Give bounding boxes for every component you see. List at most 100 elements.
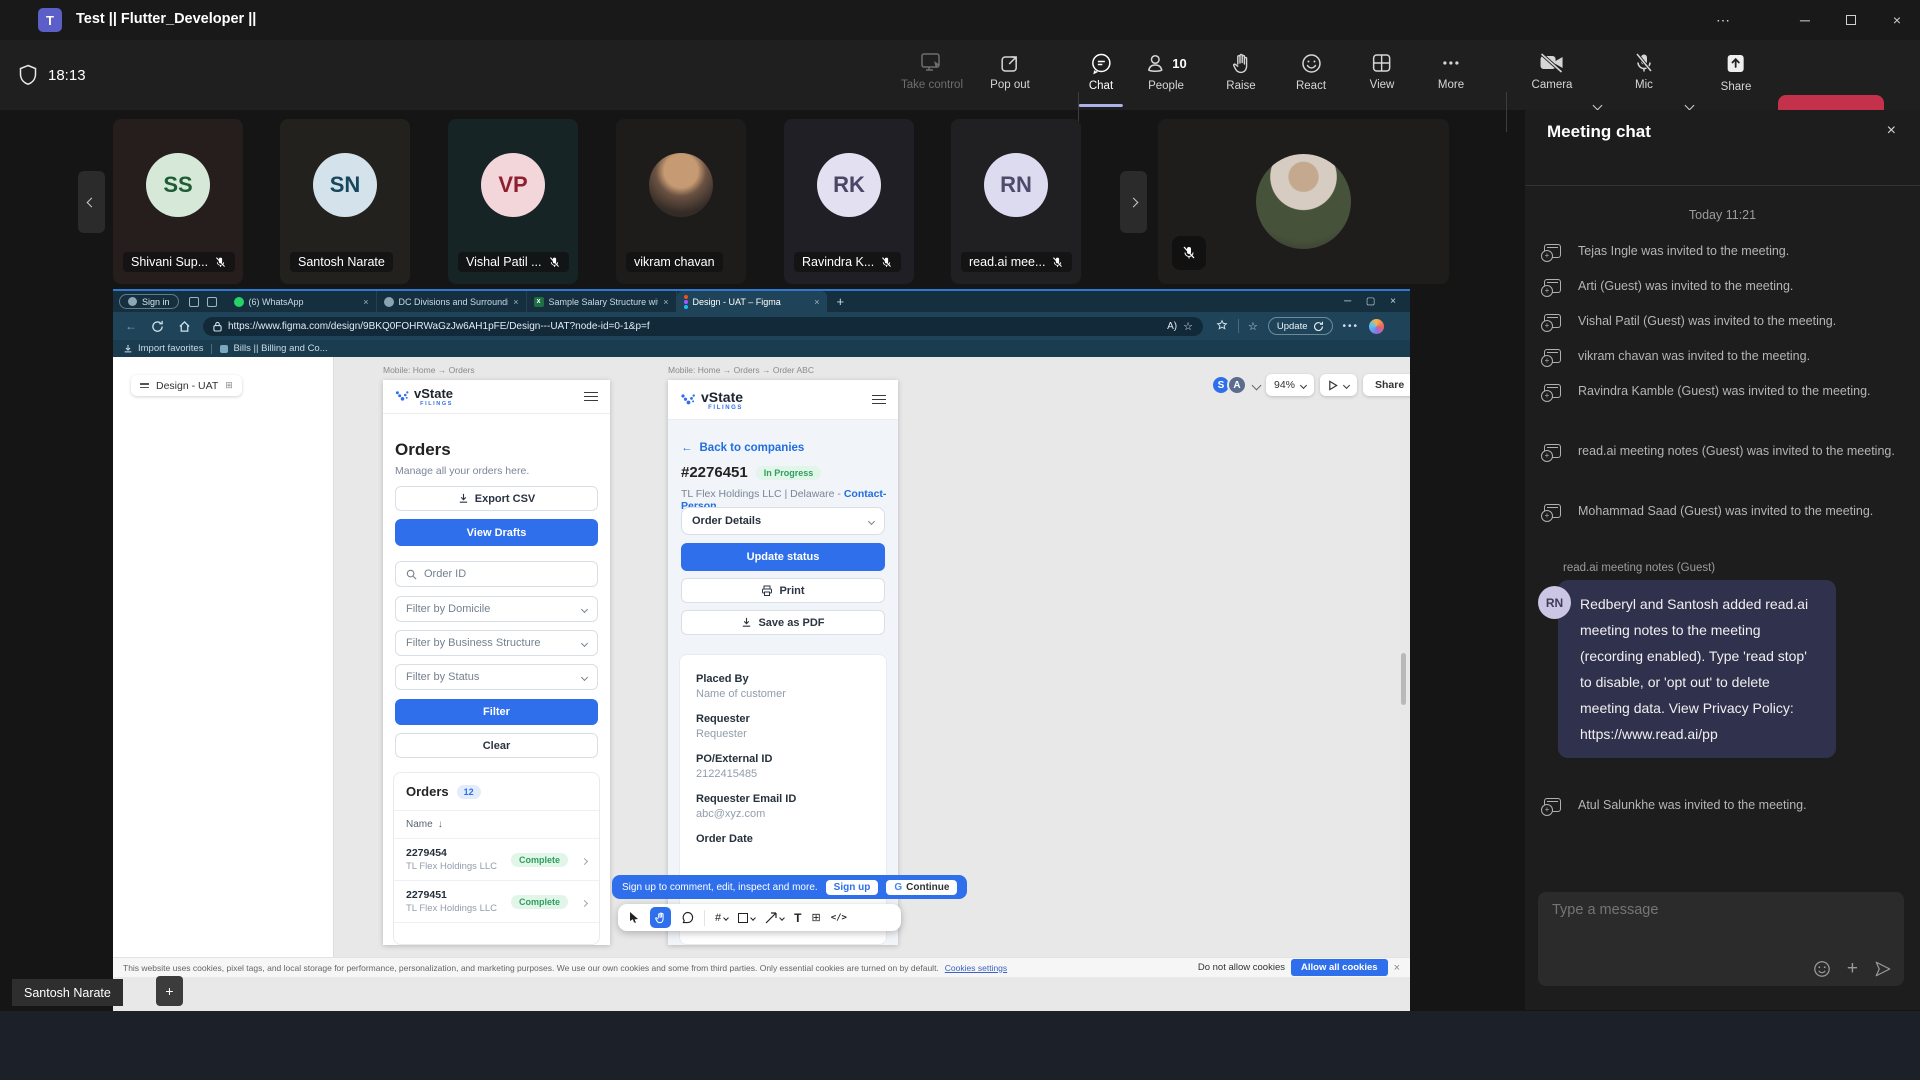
workspaces-icon[interactable] xyxy=(207,297,217,307)
tab-close-icon[interactable]: × xyxy=(363,297,368,307)
mic-button[interactable]: Mic xyxy=(1633,52,1655,91)
browser-settings-icon[interactable]: ••• xyxy=(1343,321,1360,332)
participant-tile[interactable]: RK Ravindra K... xyxy=(784,119,914,284)
frame-tool-icon[interactable]: # xyxy=(715,912,728,924)
order-row[interactable]: 2279454TL Flex Holdings LLC Complete xyxy=(394,839,599,881)
save-pdf-button[interactable]: Save as PDF xyxy=(681,610,885,635)
widget-tool-icon[interactable]: ⊞ xyxy=(811,911,820,924)
figma-zoom-control[interactable]: 94% xyxy=(1266,374,1314,396)
presenter-add-button[interactable]: + xyxy=(156,976,183,1006)
hamburger-menu-icon[interactable] xyxy=(584,389,598,404)
participant-tile[interactable]: SN Santosh Narate xyxy=(280,119,410,284)
filter-domicile-select[interactable]: Filter by Domicile xyxy=(395,596,598,622)
participant-tile[interactable]: VP Vishal Patil ... xyxy=(448,119,578,284)
dev-mode-icon[interactable]: </> xyxy=(831,913,847,923)
pop-out-button[interactable]: Pop out xyxy=(990,52,1030,91)
cookie-close-icon[interactable]: × xyxy=(1394,962,1400,974)
maximize-button[interactable] xyxy=(1828,0,1874,40)
titlebar-more-icon[interactable]: ⋯ xyxy=(1700,0,1746,40)
view-button[interactable]: View xyxy=(1370,52,1395,91)
chat-input-box[interactable]: + xyxy=(1538,892,1904,986)
export-csv-button[interactable]: Export CSV xyxy=(395,486,598,511)
hamburger-menu-icon[interactable] xyxy=(872,392,886,407)
back-to-companies-link[interactable]: ←Back to companies xyxy=(681,442,804,454)
shape-tool-icon[interactable] xyxy=(738,913,755,923)
print-button[interactable]: Print xyxy=(681,578,885,603)
order-row[interactable]: 2279451TL Flex Holdings LLC Complete xyxy=(394,881,599,923)
participant-tile[interactable]: RN read.ai mee... xyxy=(951,119,1081,284)
participant-tile-spotlight[interactable] xyxy=(1158,119,1449,284)
share-button[interactable]: Share xyxy=(1721,52,1752,93)
emoji-icon[interactable] xyxy=(1813,960,1831,978)
tab-close-icon[interactable]: × xyxy=(814,297,819,307)
frame-label[interactable]: Mobile: Home → Orders xyxy=(383,365,475,375)
address-bar[interactable]: https://www.figma.com/design/9BKQ0FOHRWa… xyxy=(203,317,1203,336)
figma-file-chip[interactable]: Design - UAT ⊞ xyxy=(131,375,242,396)
tab-close-icon[interactable]: × xyxy=(663,297,668,307)
filter-status-select[interactable]: Filter by Status xyxy=(395,664,598,690)
figma-canvas[interactable]: Design - UAT ⊞ S A 94% Share Mobile: Hom… xyxy=(113,357,1410,991)
import-favorites-button[interactable]: Import favorites xyxy=(123,343,203,354)
canvas-scrollbar[interactable] xyxy=(1401,653,1406,705)
more-button[interactable]: More xyxy=(1438,52,1464,91)
deny-cookies-button[interactable]: Do not allow cookies xyxy=(1198,962,1285,973)
order-details-select[interactable]: Order Details xyxy=(681,507,885,535)
new-tab-button[interactable]: + xyxy=(837,294,845,309)
close-button[interactable]: × xyxy=(1874,0,1920,40)
browser-tab[interactable]: DC Divisions and Surroundings× xyxy=(377,291,527,312)
camera-options-chevron-icon[interactable] xyxy=(1593,101,1603,111)
clear-button[interactable]: Clear xyxy=(395,733,598,758)
browser-window-controls[interactable]: ─ ▢ × xyxy=(1344,296,1402,307)
update-status-button[interactable]: Update status xyxy=(681,543,885,571)
react-button[interactable]: React xyxy=(1296,52,1326,92)
home-icon[interactable] xyxy=(178,320,191,333)
browser-essentials-icon[interactable] xyxy=(1215,319,1229,333)
chat-message-input[interactable] xyxy=(1552,902,1882,918)
favorites-bar-icon[interactable]: ☆ xyxy=(1248,320,1258,333)
frame-label[interactable]: Mobile: Home → Orders → Order ABC xyxy=(668,365,814,375)
cookie-settings-link[interactable]: Cookies settings xyxy=(945,963,1007,973)
browser-update-button[interactable]: Update xyxy=(1268,317,1333,335)
bookmark-item[interactable]: Bills || Billing and Co... xyxy=(220,343,327,354)
participant-tile[interactable]: vikram chavan xyxy=(616,119,746,284)
minimize-button[interactable]: ─ xyxy=(1782,0,1828,40)
strip-scroll-right-button[interactable] xyxy=(1120,171,1147,233)
browser-tab-active[interactable]: Design - UAT – Figma× xyxy=(677,291,827,312)
order-id-search[interactable]: Order ID xyxy=(395,561,598,587)
filter-button[interactable]: Filter xyxy=(395,699,598,725)
allow-cookies-button[interactable]: Allow all cookies xyxy=(1291,959,1388,976)
name-column-header[interactable]: Name↓ xyxy=(394,811,599,839)
browser-tab[interactable]: (6) WhatsApp× xyxy=(227,291,377,312)
refresh-icon[interactable] xyxy=(151,320,164,333)
mobile-frame-order-detail[interactable]: vStateFILINGS ←Back to companies #227645… xyxy=(668,380,898,945)
tab-actions-icon[interactable] xyxy=(189,297,199,307)
connector-tool-icon[interactable] xyxy=(765,912,784,924)
people-button[interactable]: 10 People xyxy=(1145,52,1186,92)
hand-tool-icon[interactable] xyxy=(650,907,671,928)
mic-options-chevron-icon[interactable] xyxy=(1685,101,1695,111)
signup-button[interactable]: Sign up xyxy=(826,880,879,895)
tab-close-icon[interactable]: × xyxy=(513,297,518,307)
browser-tab[interactable]: x Sample Salary Structure with calc× xyxy=(527,291,677,312)
chat-button[interactable]: Chat xyxy=(1089,52,1113,92)
attach-plus-icon[interactable]: + xyxy=(1847,961,1858,977)
figma-share-button[interactable]: Share xyxy=(1363,374,1410,396)
chat-close-icon[interactable]: × xyxy=(1887,122,1896,140)
back-icon[interactable]: ← xyxy=(125,319,137,333)
mobile-frame-orders[interactable]: vStateFILINGS Orders Manage all your ord… xyxy=(383,380,610,945)
copilot-icon[interactable] xyxy=(1369,319,1384,334)
send-icon[interactable] xyxy=(1874,960,1892,978)
camera-button[interactable]: Camera xyxy=(1532,52,1573,91)
view-drafts-button[interactable]: View Drafts xyxy=(395,519,598,546)
favorite-star-icon[interactable]: ☆ xyxy=(1183,320,1193,333)
read-aloud-icon[interactable]: A) xyxy=(1167,321,1177,332)
text-tool-icon[interactable]: T xyxy=(794,911,801,925)
browser-profile-button[interactable]: Sign in xyxy=(119,294,179,309)
figma-present-button[interactable] xyxy=(1320,374,1357,396)
filter-business-select[interactable]: Filter by Business Structure xyxy=(395,630,598,656)
strip-scroll-left-button[interactable] xyxy=(78,171,105,233)
move-tool-icon[interactable] xyxy=(628,911,640,924)
google-continue-button[interactable]: GContinue xyxy=(886,880,957,895)
figma-layers-panel[interactable] xyxy=(113,357,334,957)
collaborator-avatar[interactable]: A xyxy=(1227,375,1247,395)
